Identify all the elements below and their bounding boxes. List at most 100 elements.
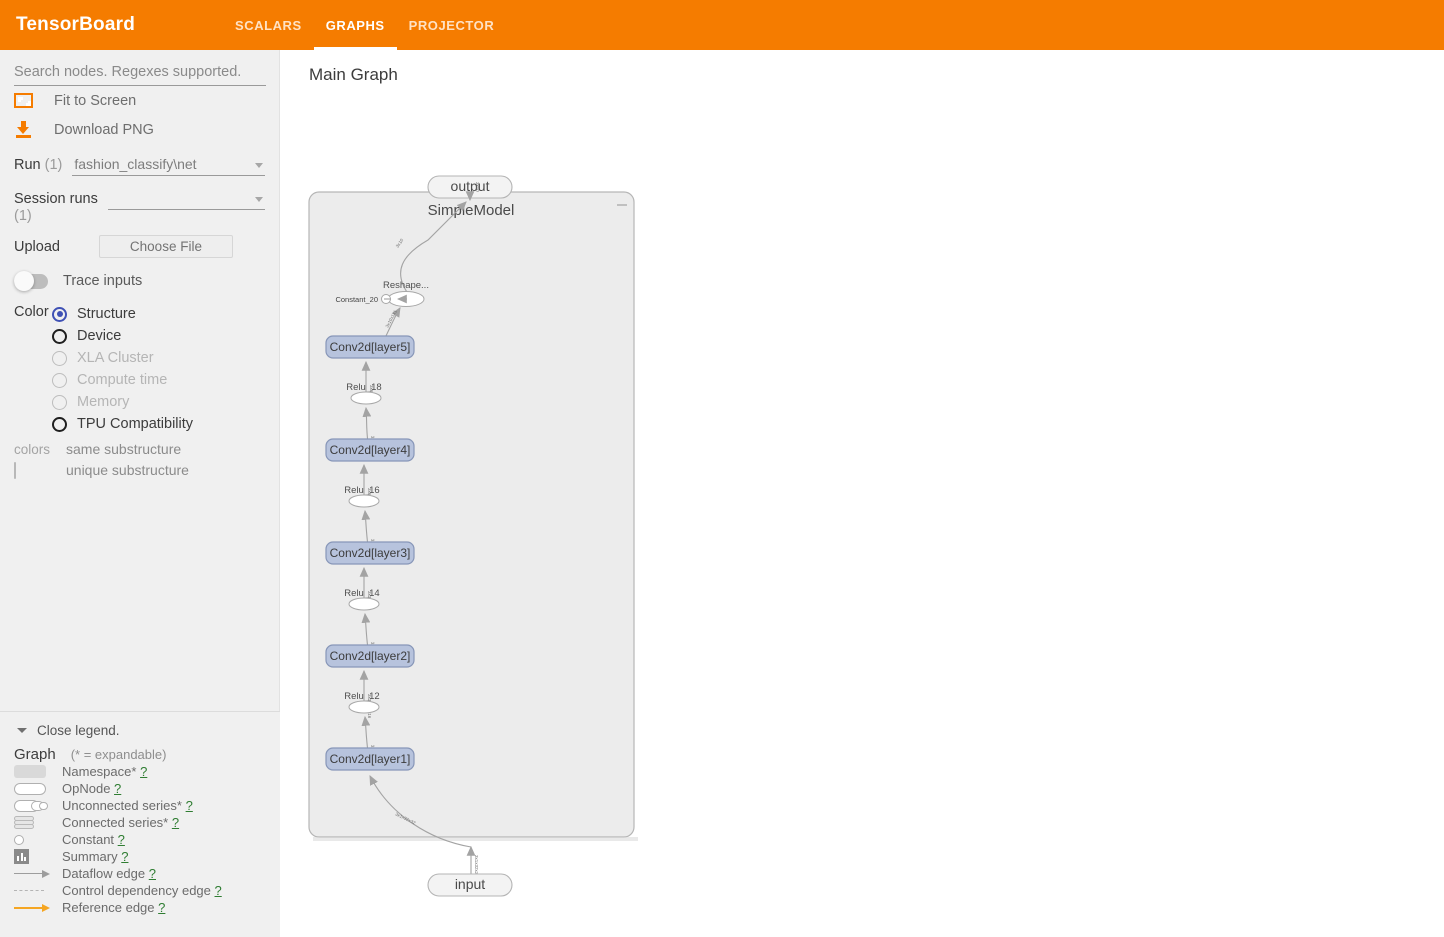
- download-icon: [14, 121, 33, 138]
- legend-item-control-edge: Control dependency edge ?: [14, 882, 280, 899]
- node-relu16-label: Relu_16: [344, 485, 379, 496]
- legend-item-label: Unconnected series*: [62, 798, 182, 813]
- color-option-label: XLA Cluster: [77, 350, 154, 366]
- colors-same-row: colors same substructure: [14, 441, 279, 457]
- legend-item-reference-edge: Reference edge ?: [14, 899, 280, 916]
- chevron-down-icon: [255, 197, 263, 202]
- tab-scalars[interactable]: SCALARS: [223, 0, 314, 50]
- legend-item-namespace: Namespace* ?: [14, 763, 280, 780]
- legend-panel: Close legend. Graph (* = expandable) Nam…: [0, 711, 280, 937]
- color-option-compute-time[interactable]: Compute time: [52, 369, 279, 391]
- upload-label: Upload: [14, 238, 60, 255]
- toggle-track: [14, 271, 48, 291]
- control-dependency-edge-icon: [14, 886, 62, 895]
- legend-item-label: Summary: [62, 849, 118, 864]
- node-input[interactable]: input: [427, 873, 513, 897]
- node-conv2d-layer2[interactable]: Conv2d[layer2]: [325, 644, 415, 668]
- help-link[interactable]: ?: [158, 900, 165, 915]
- colors-unique-label: unique substructure: [66, 462, 189, 478]
- legend-item-label: Control dependency edge: [62, 883, 211, 898]
- node-conv2d-layer3[interactable]: Conv2d[layer3]: [325, 541, 415, 565]
- node-conv5-label: Conv2d[layer5]: [330, 340, 411, 354]
- node-conv2d-layer1[interactable]: Conv2d[layer1]: [325, 747, 415, 771]
- color-option-label: Compute time: [77, 372, 168, 388]
- color-option-memory[interactable]: Memory: [52, 391, 279, 413]
- node-constant-label: Constant_20: [335, 295, 378, 304]
- session-runs-count: (1): [14, 208, 32, 224]
- node-conv4-label: Conv2d[layer4]: [330, 443, 411, 457]
- app-brand: TensorBoard: [16, 14, 136, 35]
- reference-edge-icon: [14, 903, 62, 912]
- color-option-tpu-compatibility[interactable]: TPU Compatibility: [52, 413, 279, 435]
- help-link[interactable]: ?: [121, 849, 128, 864]
- color-option-structure[interactable]: Structure: [52, 303, 279, 325]
- legend-item-label: Reference edge: [62, 900, 155, 915]
- node-relu12-label: Relu_12: [344, 691, 379, 702]
- legend-item-label: Dataflow edge: [62, 866, 146, 881]
- colors-same-label: same substructure: [66, 441, 182, 457]
- legend-item-opnode: OpNode ?: [14, 780, 280, 797]
- legend-item-label: OpNode: [62, 781, 111, 796]
- help-link[interactable]: ?: [172, 815, 179, 830]
- edge-label-output: 3x10: [475, 182, 480, 192]
- session-runs-label: Session runs: [14, 191, 98, 207]
- radio-icon: [52, 416, 67, 432]
- legend-item-connected-series: Connected series* ?: [14, 814, 280, 831]
- namespace-simplemodel[interactable]: SimpleModel: [308, 191, 638, 841]
- tab-projector[interactable]: PROJECTOR: [397, 0, 507, 50]
- colors-unique-row: unique substructure: [14, 461, 279, 479]
- close-legend-button[interactable]: Close legend.: [17, 723, 280, 738]
- legend-item-label: Constant: [62, 832, 115, 847]
- chevron-down-icon: [255, 163, 263, 168]
- trace-inputs-toggle[interactable]: Trace inputs: [14, 271, 279, 291]
- namespace-label: SimpleModel: [428, 202, 515, 219]
- sidebar: Fit to Screen Download PNG Run (1) fashi…: [0, 50, 280, 937]
- choose-file-button[interactable]: Choose File: [98, 235, 233, 258]
- help-link[interactable]: ?: [186, 798, 193, 813]
- node-relu18-label: Relu_18: [346, 382, 381, 393]
- node-conv2d-layer5[interactable]: Conv2d[layer5]: [325, 335, 415, 359]
- help-link[interactable]: ?: [114, 781, 121, 796]
- color-option-label: TPU Compatibility: [77, 416, 194, 432]
- trace-inputs-label: Trace inputs: [63, 273, 143, 289]
- radio-icon: [52, 394, 67, 410]
- chevron-down-icon: [17, 728, 27, 733]
- download-png-button[interactable]: Download PNG: [14, 115, 279, 144]
- help-link[interactable]: ?: [149, 866, 156, 881]
- run-select[interactable]: fashion_classify\net: [72, 155, 265, 176]
- graph-canvas[interactable]: Main Graph SimpleModel output 3x10 3x10 …: [280, 50, 1444, 937]
- legend-title: Graph: [14, 746, 56, 763]
- color-option-xla-cluster[interactable]: XLA Cluster: [52, 347, 279, 369]
- legend-title-row: Graph (* = expandable): [14, 746, 280, 763]
- legend-item-dataflow-edge: Dataflow edge ?: [14, 865, 280, 882]
- session-runs-row: Session runs: [14, 189, 265, 210]
- node-conv2d-layer4[interactable]: Conv2d[layer4]: [325, 438, 415, 462]
- legend-item-unconnected-series: Unconnected series* ?: [14, 797, 280, 814]
- help-link[interactable]: ?: [140, 764, 147, 779]
- node-conv1-label: Conv2d[layer1]: [330, 752, 411, 766]
- nav-tabs: SCALARS GRAPHS PROJECTOR: [223, 0, 506, 50]
- run-count: (1): [44, 157, 63, 173]
- color-option-label: Device: [77, 328, 122, 344]
- fit-to-screen-button[interactable]: Fit to Screen: [14, 86, 279, 115]
- node-output-label: output: [451, 178, 490, 194]
- search-input[interactable]: [14, 62, 266, 86]
- upload-row: Upload Choose File: [14, 235, 265, 258]
- graph-svg[interactable]: SimpleModel output 3x10 3x10 Reshape... …: [280, 50, 1444, 937]
- tab-graphs[interactable]: GRAPHS: [313, 0, 397, 50]
- node-conv2-label: Conv2d[layer2]: [330, 649, 411, 663]
- download-png-label: Download PNG: [54, 121, 154, 138]
- opnode-icon: [14, 782, 62, 795]
- top-app-bar: TensorBoard SCALARS GRAPHS PROJECTOR: [0, 0, 1444, 50]
- node-reshape-label: Reshape...: [383, 280, 429, 291]
- run-value: fashion_classify\net: [74, 156, 197, 172]
- help-link[interactable]: ?: [118, 832, 125, 847]
- legend-item-summary: Summary ?: [14, 848, 280, 865]
- color-option-label: Structure: [77, 306, 136, 322]
- color-options: Color Structure Device XLA Cluster Compu…: [0, 303, 279, 479]
- session-runs-select[interactable]: [107, 189, 265, 210]
- radio-icon: [52, 372, 67, 388]
- color-option-device[interactable]: Device: [52, 325, 279, 347]
- search-wrapper: [14, 62, 266, 86]
- help-link[interactable]: ?: [215, 883, 222, 898]
